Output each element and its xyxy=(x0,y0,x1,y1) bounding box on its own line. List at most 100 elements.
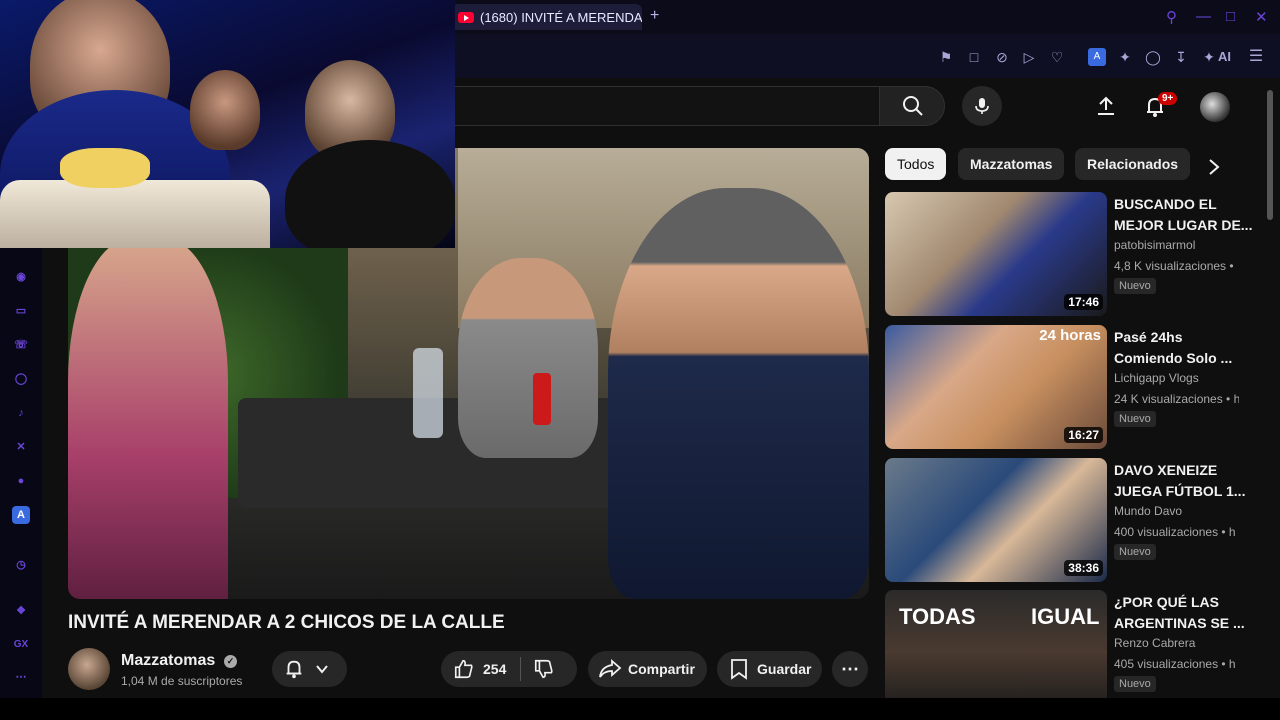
recommendation-title[interactable]: Pasé 24hs Comiendo Solo ... xyxy=(1114,327,1254,369)
twitch-icon[interactable]: ▭ xyxy=(12,302,30,320)
recommendation-item[interactable]: 24 horas 16:27 Pasé 24hs Comiendo Solo .… xyxy=(885,325,1255,449)
bookmark-icon xyxy=(731,659,747,680)
profile-icon[interactable]: ◯ xyxy=(1144,48,1162,66)
recommendation-title[interactable]: ¿POR QUÉ LAS ARGENTINAS SE ... xyxy=(1114,592,1254,634)
webcam-jacket-right xyxy=(285,140,455,248)
chevron-down-icon xyxy=(316,665,328,674)
new-badge: Nuevo xyxy=(1114,544,1156,560)
account-avatar[interactable] xyxy=(1200,92,1230,122)
thumbnail-overlay-text-right: IGUAL xyxy=(1031,604,1100,629)
upload-icon[interactable] xyxy=(1095,95,1117,117)
webcam-face-middle xyxy=(190,70,260,150)
channel-avatar[interactable] xyxy=(68,648,110,690)
video-duration: 16:27 xyxy=(1064,427,1103,443)
chip-todos[interactable]: Todos xyxy=(885,148,947,180)
channel-name[interactable]: Mazzatomas xyxy=(121,652,215,670)
heart-icon[interactable]: ♡ xyxy=(1048,48,1066,66)
share-label: Compartir xyxy=(628,661,695,677)
recommendation-channel[interactable]: Lichigapp Vlogs xyxy=(1114,371,1199,385)
recommendation-thumbnail[interactable]: 17:46 xyxy=(885,192,1107,316)
pin-icon[interactable]: ⚑ xyxy=(937,48,955,66)
instagram-icon[interactable]: ◯ xyxy=(12,370,30,388)
dislike-icon[interactable] xyxy=(533,658,555,680)
minimize-icon[interactable]: — xyxy=(1196,8,1211,25)
thumbnail-overlay-text: 24 horas xyxy=(1039,327,1101,344)
more-actions-button[interactable]: ⋯ xyxy=(832,651,868,687)
video-person-middle xyxy=(458,258,598,458)
new-badge: Nuevo xyxy=(1114,411,1156,427)
more-icon: ⋯ xyxy=(841,658,859,679)
recommendation-views: 405 visualizaciones • h xyxy=(1114,657,1236,671)
discord-icon[interactable]: ● xyxy=(12,472,30,490)
more-options-icon[interactable]: ⋯ xyxy=(12,668,30,686)
share-button[interactable]: Compartir xyxy=(588,651,707,687)
video-person-left xyxy=(68,238,228,599)
like-count[interactable]: 254 xyxy=(483,661,506,677)
close-icon[interactable]: ✕ xyxy=(1255,8,1268,26)
recommendation-views: 4,8 K visualizaciones • xyxy=(1114,259,1234,273)
mic-icon xyxy=(975,98,989,114)
notification-badge: 9+ xyxy=(1158,92,1178,105)
scrollbar[interactable] xyxy=(1267,90,1273,220)
recommendation-views: 24 K visualizaciones • h xyxy=(1114,392,1239,406)
search-button[interactable] xyxy=(879,86,945,126)
bell-icon xyxy=(286,660,302,679)
share-icon xyxy=(599,659,622,678)
whatsapp-icon[interactable]: ☏ xyxy=(12,336,30,354)
search-input[interactable] xyxy=(455,86,880,126)
voice-search-button[interactable] xyxy=(962,86,1002,126)
youtube-icon xyxy=(458,11,474,23)
browser-tab[interactable]: (1680) INVITÉ A MERENDA xyxy=(452,4,642,30)
new-badge: Nuevo xyxy=(1114,278,1156,294)
translate-sidebar-icon[interactable]: A xyxy=(12,506,30,524)
video-soda-can xyxy=(533,373,551,425)
new-badge: Nuevo xyxy=(1114,676,1156,692)
recommendation-title[interactable]: BUSCANDO EL MEJOR LUGAR DE... xyxy=(1114,194,1254,236)
subscribe-notification-button[interactable] xyxy=(272,651,347,687)
screen: { "browser": { "tab_title": "(1680) INVI… xyxy=(0,0,1280,720)
recommendation-channel[interactable]: patobisimarmol xyxy=(1114,238,1195,252)
webcam-food xyxy=(60,148,150,188)
like-divider xyxy=(520,657,522,681)
verified-icon: ✓ xyxy=(224,655,237,668)
history-icon[interactable]: ◷ xyxy=(12,556,30,574)
chevron-right-icon[interactable] xyxy=(1207,158,1221,176)
video-duration: 17:46 xyxy=(1064,294,1103,310)
maximize-icon[interactable]: □ xyxy=(1226,8,1235,25)
recommendation-thumbnail[interactable]: 38:36 xyxy=(885,458,1107,582)
recommendation-views: 400 visualizaciones • h xyxy=(1114,525,1236,539)
thumbnail-overlay-text-left: TODAS xyxy=(899,604,976,629)
recommendation-item[interactable]: TODAS IGUAL ¿POR QUÉ LAS ARGENTINAS SE .… xyxy=(885,590,1255,714)
chip-relacionados[interactable]: Relacionados xyxy=(1075,148,1191,180)
play-icon[interactable]: ▷ xyxy=(1020,48,1038,66)
like-icon[interactable] xyxy=(453,658,475,680)
search-tabs-icon[interactable]: ⚲ xyxy=(1166,8,1177,26)
recommendation-channel[interactable]: Mundo Davo xyxy=(1114,504,1182,518)
save-label: Guardar xyxy=(757,661,812,677)
video-duration: 38:36 xyxy=(1064,560,1103,576)
block-icon[interactable]: ⊘ xyxy=(993,48,1011,66)
menu-icon[interactable]: ☰ xyxy=(1247,48,1265,66)
x-icon[interactable]: ✕ xyxy=(12,438,30,456)
translate-extension-icon[interactable]: A xyxy=(1088,48,1106,66)
recommendation-thumbnail[interactable]: 24 horas 16:27 xyxy=(885,325,1107,449)
extensions-icon[interactable]: ✦ xyxy=(1116,48,1134,66)
recommendation-item[interactable]: 17:46 BUSCANDO EL MEJOR LUGAR DE... pato… xyxy=(885,192,1255,316)
tiktok-icon[interactable]: ♪ xyxy=(12,404,30,422)
tab-title: (1680) INVITÉ A MERENDA xyxy=(480,9,642,25)
save-button[interactable]: Guardar xyxy=(717,651,822,687)
search-icon xyxy=(903,96,923,116)
chip-mazzatomas[interactable]: Mazzatomas xyxy=(958,148,1065,180)
recommendation-item[interactable]: 38:36 DAVO XENEIZE JUEGA FÚTBOL 1... Mun… xyxy=(885,458,1255,582)
snapshot-icon[interactable]: □ xyxy=(965,48,983,66)
gx-label[interactable]: GX xyxy=(12,636,30,654)
download-icon[interactable]: ↧ xyxy=(1172,48,1190,66)
ai-label[interactable]: AI xyxy=(1218,49,1231,64)
recommendation-thumbnail[interactable]: TODAS IGUAL xyxy=(885,590,1107,714)
new-tab-button[interactable]: + xyxy=(650,7,659,25)
recommendation-title[interactable]: DAVO XENEIZE JUEGA FÚTBOL 1... xyxy=(1114,460,1254,502)
aria-icon[interactable]: ✦ xyxy=(1200,48,1218,66)
sidebar-extension-icon[interactable]: ◉ xyxy=(12,268,30,286)
recommendation-channel[interactable]: Renzo Cabrera xyxy=(1114,636,1195,650)
gx-settings-icon[interactable]: ❖ xyxy=(12,602,30,620)
